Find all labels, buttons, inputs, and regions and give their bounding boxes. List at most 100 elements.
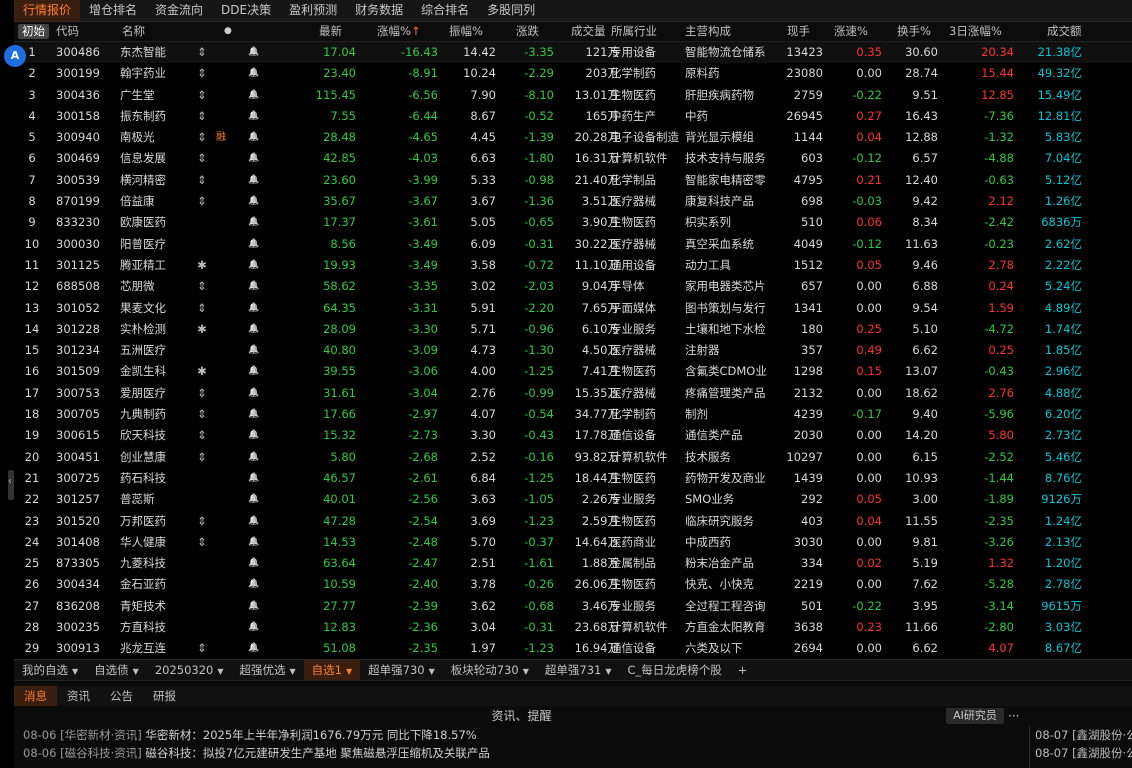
stock-code[interactable]: 870199 [56,191,116,212]
watchlist-tab-4[interactable]: 自选1 ▼ [303,660,361,681]
stock-code[interactable]: 300940 [56,127,116,148]
top-tab-1[interactable]: 增仓排名 [80,0,146,21]
table-row[interactable]: 11 301125 腾亚精工 ✱ 🔔 19.93 -3.49 3.58 -0.72 11.10万通… [14,254,1132,277]
table-row[interactable]: 14 301228 实朴检测 ✱ 🔔 28.09 -3.30 5.71 -0.96 6.10万 专业… [14,319,1132,340]
table-row[interactable]: 8 870199 倍益康 ⇕ 🔔 35.67 -3.67 3.67 -1.36 3.51万 医疗器械… [14,191,1132,212]
top-tab-3[interactable]: DDE决策 [212,0,280,21]
table-row[interactable]: 4 300158 振东制药 ⇕ 🔔 7.55 -6.44 8.67 -0.52 165万 中药生产中… [14,106,1132,127]
table-row[interactable]: 5 300940 南极光 ⇕ 融 🔔 28.48 -4.65 4.45 -1.39 20.28万 电子… [14,127,1132,149]
stock-name[interactable]: 方直科技 [120,617,200,638]
alert-bell-icon[interactable]: 🔔 [248,532,260,553]
col-latest[interactable]: 最新 [319,22,342,41]
stock-code[interactable]: 833230 [56,212,116,233]
stock-name[interactable]: 九典制药 [120,404,200,425]
alert-bell-icon[interactable]: 🔔 [248,425,260,446]
stock-code[interactable]: 300235 [56,617,116,638]
alert-bell-icon[interactable]: 🔔 [248,361,260,382]
alert-bell-icon[interactable]: 🔔 [248,148,260,169]
table-row[interactable]: 20 300451 创业慧康 ⇕ 🔔 5.80 -2.68 2.52 -0.16 93.82万 计算… [14,447,1132,468]
stock-code[interactable]: 301509 [56,361,116,382]
watchlist-tab-9[interactable]: + [730,660,756,681]
alert-bell-icon[interactable]: 🔔 [248,574,260,595]
news-tab-2[interactable]: 公告 [100,686,143,706]
top-tab-6[interactable]: 综合排名 [412,0,478,21]
table-row[interactable]: 12 688508 芯朋微 ⇕ 🔔 58.62 -3.35 3.02 -2.03 9.04万 半导体… [14,276,1132,297]
stock-name[interactable]: 华人健康 [120,532,200,553]
alert-bell-icon[interactable]: 🔔 [248,319,260,340]
table-row[interactable]: 16 301509 金凯生科 ✱ 🔔 39.55 -3.06 4.00 -1.25 7.41万 生物… [14,361,1132,382]
user-avatar[interactable]: A [4,45,26,67]
alert-bell-icon[interactable]: 🔔 [248,276,260,297]
alert-bell-icon[interactable]: 🔔 [248,191,260,212]
table-row[interactable]: 28 300235 方直科技 🔔 12.83 -2.36 3.04 -0.31 23.68万 计算… [14,617,1132,638]
top-tab-0[interactable]: 行情报价 [14,0,81,21]
alert-bell-icon[interactable]: 🔔 [248,617,260,638]
stock-code[interactable]: 301234 [56,340,116,361]
alert-bell-icon[interactable]: 🔔 [248,298,260,319]
col-volume[interactable]: 成交量 [571,22,606,41]
news-tab-0[interactable]: 消息 [14,686,57,706]
more-icon[interactable]: ··· [1008,706,1019,726]
alert-bell-icon[interactable]: 🔔 [248,447,260,468]
table-row[interactable]: 27 836208 青矩技术 🔔 27.77 -2.39 3.62 -0.68 3.46万 专业服… [14,595,1132,618]
alert-bell-icon[interactable]: 🔔 [248,234,260,255]
stock-code[interactable]: 300913 [56,638,116,659]
table-row[interactable]: 10 300030 阳普医疗 🔔 8.56 -3.49 6.09 -0.31 30.22万 医疗器… [14,234,1132,255]
table-row[interactable]: 18 300705 九典制药 ⇕ 🔔 17.66 -2.97 4.07 -0.54 34.77万化… [14,404,1132,425]
stock-code[interactable]: 300451 [56,447,116,468]
table-row[interactable]: 22 301257 普蕊斯 🔔 40.01 -2.56 3.63 -1.05 2.26万 专业服务… [14,489,1132,510]
stock-code[interactable]: 300199 [56,63,116,84]
stock-code[interactable]: 301228 [56,319,116,340]
watchlist-tab-6[interactable]: 板块轮动730 ▼ [443,660,537,681]
stock-name[interactable]: 果麦文化 [120,298,200,319]
stock-name[interactable]: 南极光 [120,127,200,148]
alert-bell-icon[interactable]: 🔔 [248,255,260,276]
stock-name[interactable]: 信息发展 [120,148,200,169]
reset-columns-button[interactable]: 初始 [18,24,49,39]
stock-name[interactable]: 芯朋微 [120,276,200,297]
stock-code[interactable]: 300486 [56,42,116,63]
stock-name[interactable]: 兆龙互连 [120,638,200,659]
watchlist-tab-3[interactable]: 超强优选 ▼ [232,660,304,681]
col-code[interactable]: 代码 [56,22,79,41]
news-item[interactable]: 08-06 [磁谷科技·资讯] 磁谷科技：拟投7亿元建研发生产基地 聚焦磁悬浮压… [23,744,490,762]
alert-bell-icon[interactable]: 🔔 [248,127,260,148]
alert-bell-icon[interactable]: 🔔 [248,212,260,233]
stock-name[interactable]: 金凯生科 [120,361,200,382]
stock-name[interactable]: 金石亚药 [120,574,200,595]
stock-code[interactable]: 836208 [56,596,116,617]
stock-name[interactable]: 九菱科技 [120,553,200,574]
alert-bell-icon[interactable]: 🔔 [248,42,260,63]
top-tab-5[interactable]: 财务数据 [346,0,412,21]
stock-code[interactable]: 301257 [56,489,116,510]
stock-name[interactable]: 五洲医疗 [120,340,200,361]
stock-name[interactable]: 广生堂 [120,85,200,106]
stock-code[interactable]: 300753 [56,383,116,404]
stock-code[interactable]: 301052 [56,298,116,319]
table-row[interactable]: 19 300615 欣天科技 ⇕ 🔔 15.32 -2.73 3.30 -0.43 17.78万通… [14,425,1132,447]
col-3day-pct[interactable]: 3日涨幅% [949,22,1002,41]
col-turnover[interactable]: 换手% [897,22,931,41]
table-row[interactable]: 17 300753 爱朋医疗 ⇕ 🔔 31.61 -3.04 2.76 -0.99 15.35万医… [14,382,1132,405]
alert-bell-icon[interactable]: 🔔 [248,511,260,532]
alert-bell-icon[interactable]: 🔔 [248,638,260,659]
col-hand[interactable]: 现手 [787,22,810,41]
col-industry[interactable]: 所属行业 [611,22,657,41]
alert-bell-icon[interactable]: 🔔 [248,170,260,191]
right-news-item[interactable]: 08-07 [鑫湖股份·公告 [1030,744,1132,762]
col-change[interactable]: 涨跌 [516,22,539,41]
stock-code[interactable]: 300615 [56,425,116,446]
stock-code[interactable]: 300158 [56,106,116,127]
stock-name[interactable]: 药石科技 [120,468,200,489]
col-name[interactable]: 名称 [122,22,145,41]
table-row[interactable]: 26 300434 金石亚药 🔔 10.59 -2.40 3.78 -0.26 26.06万 生物… [14,574,1132,595]
stock-code[interactable]: 301408 [56,532,116,553]
news-tab-1[interactable]: 资讯 [57,686,100,706]
right-news-item[interactable]: 08-07 [鑫湖股份·公告 [1030,726,1132,744]
ai-researcher-button[interactable]: AI研究员 [946,708,1004,724]
stock-code[interactable]: 300725 [56,468,116,489]
stock-code[interactable]: 688508 [56,276,116,297]
alert-bell-icon[interactable]: 🔔 [248,404,260,425]
col-business[interactable]: 主营构成 [685,22,731,41]
stock-name[interactable]: 万邦医药 [120,511,200,532]
